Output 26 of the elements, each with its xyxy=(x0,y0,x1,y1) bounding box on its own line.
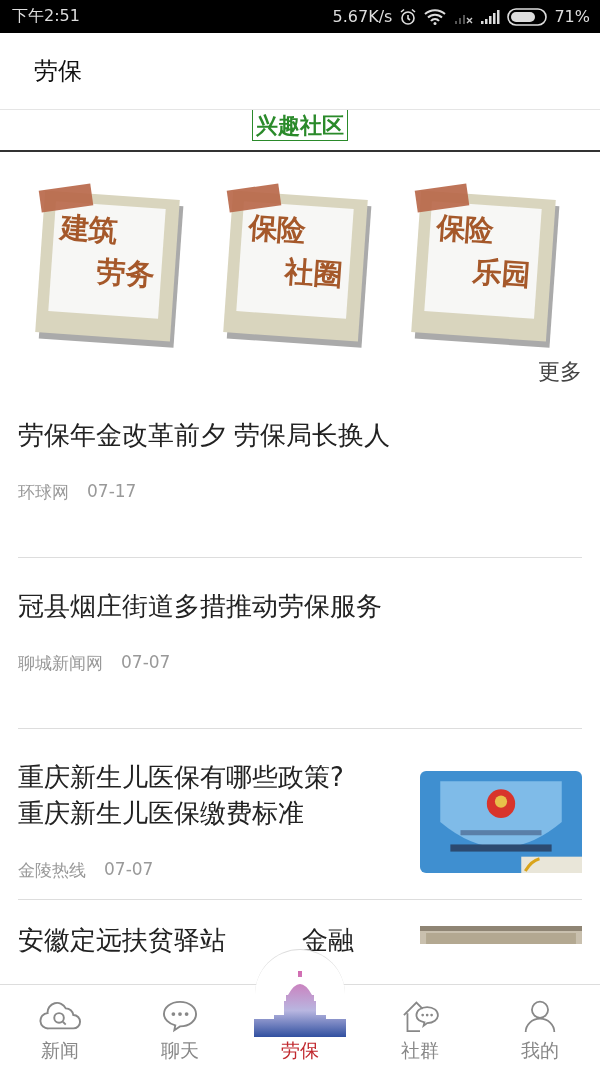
article-title[interactable]: 安徽定远扶贫驿站 xyxy=(18,922,226,958)
status-time: 下午2:51 xyxy=(12,6,80,27)
article-source: 环球网 xyxy=(18,481,69,504)
more-link[interactable]: 更多 xyxy=(538,357,582,387)
article-title[interactable]: 重庆新生儿医保有哪些政策? 重庆新生儿医保缴费标准 xyxy=(18,759,344,831)
battery-percent: 71% xyxy=(554,7,590,26)
network-speed: 5.67K/s xyxy=(332,7,393,26)
signal-icon xyxy=(480,9,501,24)
alarm-icon xyxy=(399,7,418,26)
article-date: 07-07 xyxy=(121,652,171,674)
nav-tab[interactable]: 我的 xyxy=(480,985,600,1067)
banner-label[interactable]: 兴趣社区 xyxy=(252,110,348,141)
article-source: 聊城新闻网 xyxy=(18,652,103,675)
capitol-building-icon xyxy=(254,971,346,1037)
wifi-icon xyxy=(424,8,447,25)
article-date: 07-17 xyxy=(87,481,137,503)
nav-tab[interactable]: 聊天 xyxy=(120,985,240,1067)
article-title[interactable]: 冠县烟庄街道多措推动劳保服务 xyxy=(18,588,382,624)
article-title[interactable]: 金融 xyxy=(302,922,354,958)
nav-tab[interactable]: 新闻 xyxy=(0,985,120,1067)
battery-icon xyxy=(507,7,548,26)
nav-tab[interactable]: 社群 xyxy=(360,985,480,1067)
article-source: 金陵热线 xyxy=(18,859,86,882)
article-title[interactable]: 劳保年金改革前夕 劳保局长换人 xyxy=(18,417,391,453)
page-title: 劳保 xyxy=(34,56,82,87)
article-date: 07-07 xyxy=(104,859,154,881)
